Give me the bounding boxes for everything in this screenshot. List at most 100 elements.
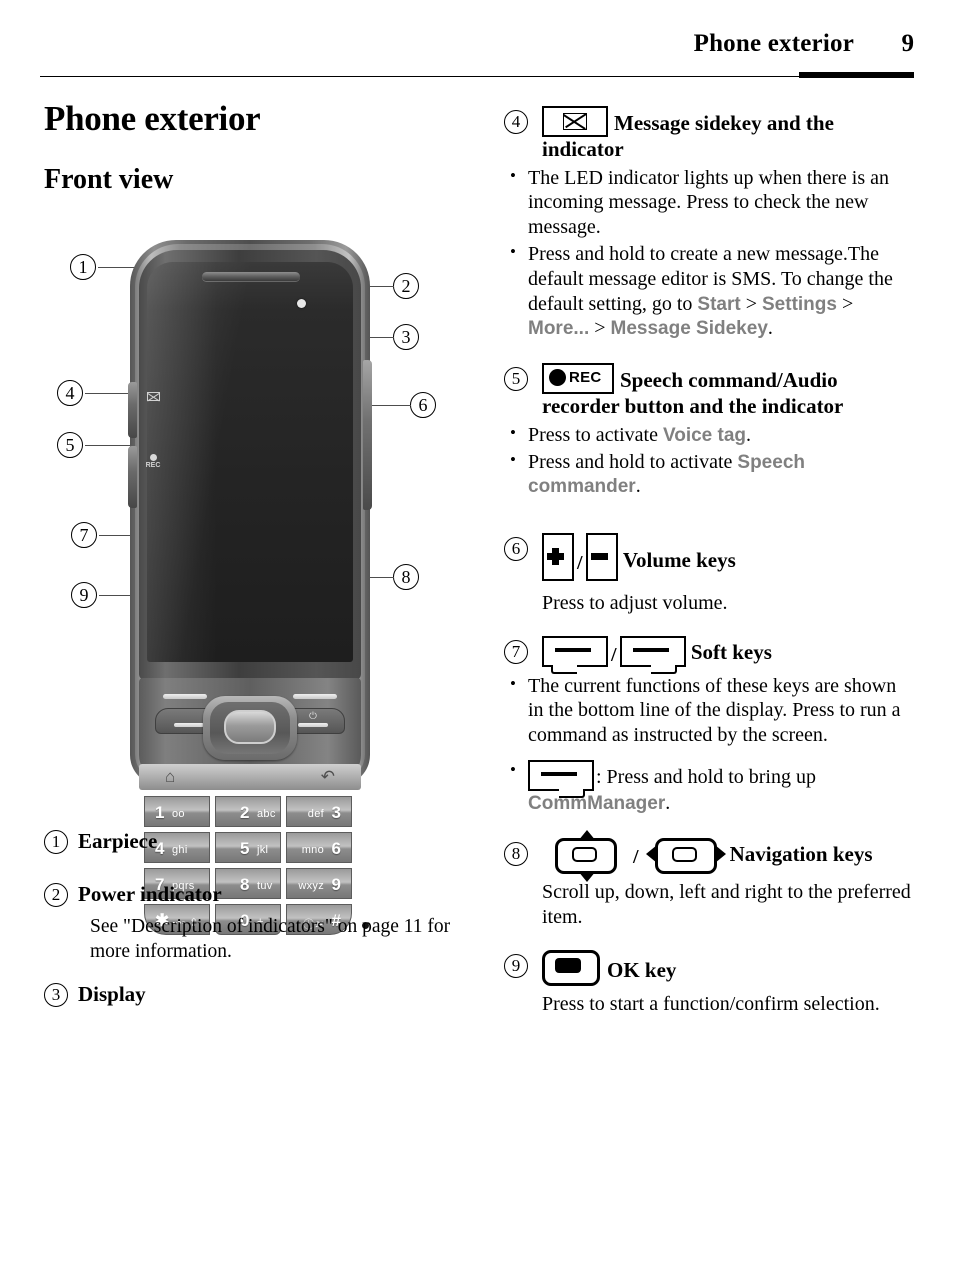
legend-item-8: 8 / Navigation keys Scroll up, down, left… bbox=[504, 829, 916, 930]
back-icon[interactable]: ↶ bbox=[321, 767, 335, 787]
legend-item-9: 9 OK key Press to start a function/confi… bbox=[504, 949, 916, 1017]
earpiece bbox=[202, 272, 300, 281]
record-rec-icon: REC bbox=[542, 363, 614, 395]
section-title: Front view bbox=[44, 163, 174, 195]
legend-item-2: 2 Power indicator bbox=[44, 881, 474, 908]
left-soft-key-icon bbox=[542, 636, 608, 675]
figure-callout-6: 6 bbox=[410, 392, 436, 418]
figure-callout-4: 4 bbox=[57, 380, 83, 406]
legend-item-5: 5 REC Speech command/Audio recorder butto… bbox=[504, 363, 916, 499]
header-title: Phone exterior bbox=[693, 30, 854, 57]
legend-heading: OK key bbox=[542, 949, 916, 986]
slash-separator: / bbox=[577, 552, 583, 575]
list-item: The current functions of these keys are … bbox=[504, 673, 916, 748]
home-icon[interactable]: ⌂ bbox=[165, 767, 175, 787]
list-item: Press and hold to activate Speech comman… bbox=[504, 449, 916, 500]
legend-item-1: 1 Earpiece bbox=[44, 828, 474, 855]
ui-term-commmanager: CommManager bbox=[528, 792, 666, 814]
legend-heading-text: Soft keys bbox=[690, 640, 772, 665]
legend-number: 8 bbox=[504, 841, 528, 866]
home-back-strip: ⌂ ↶ bbox=[139, 764, 361, 790]
legend-label: Display bbox=[78, 981, 146, 1006]
legend-number: 2 bbox=[44, 883, 68, 908]
legend-heading-text: Volume keys bbox=[622, 548, 736, 573]
header-rule bbox=[40, 76, 914, 77]
message-sidekey-button[interactable] bbox=[128, 382, 137, 438]
message-envelope-icon bbox=[144, 392, 162, 401]
legend-item-6: 6 / Volume keys Press to adjust volume. bbox=[504, 533, 916, 616]
legend-heading: REC Speech command/Audio recorder button … bbox=[542, 363, 916, 420]
ok-key-icon bbox=[542, 949, 600, 986]
record-rec-icon: REC bbox=[144, 454, 162, 469]
ui-term-voice-tag: Voice tag bbox=[662, 424, 747, 446]
legend-body: Press to start a function/confirm select… bbox=[542, 992, 880, 1015]
list-item: : Press and hold to bring up CommManager… bbox=[504, 759, 916, 816]
nav-leftright-wrap bbox=[642, 837, 730, 874]
legend-number: 1 bbox=[44, 830, 68, 854]
figure-callout-7: 7 bbox=[71, 522, 97, 548]
legend-bullets: The LED indicator lights up when there i… bbox=[504, 165, 916, 342]
volume-down-icon bbox=[585, 533, 618, 582]
figure-callout-5: 5 bbox=[57, 432, 83, 458]
legend-number: 3 bbox=[44, 982, 68, 1007]
right-soft-key-icon bbox=[528, 759, 594, 798]
list-item: Press and hold to create a new message.T… bbox=[504, 241, 916, 341]
legend-heading: Message sidekey and the indicator bbox=[542, 106, 916, 163]
ui-term-more: More... bbox=[528, 318, 590, 340]
legend-number: 7 bbox=[504, 640, 528, 665]
legend-number: 9 bbox=[504, 953, 528, 978]
volume-up-icon bbox=[542, 533, 574, 582]
legend-number: 6 bbox=[504, 537, 528, 562]
figure-callout-3: 3 bbox=[393, 324, 419, 350]
right-legend-list: 4 Message sidekey and the indicator The … bbox=[504, 106, 916, 1023]
message-envelope-icon bbox=[542, 106, 608, 137]
list-item: The LED indicator lights up when there i… bbox=[504, 165, 916, 240]
legend-heading-text: Navigation keys bbox=[729, 841, 873, 866]
right-soft-key-icon bbox=[619, 636, 686, 675]
nav-updown-wrap bbox=[542, 829, 630, 882]
legend-item-4: 4 Message sidekey and the indicator The … bbox=[504, 106, 916, 341]
figure-callout-2: 2 bbox=[393, 273, 419, 299]
list-item: Press to activate Voice tag. bbox=[504, 422, 916, 448]
legend-body: Scroll up, down, left and right to the p… bbox=[542, 880, 911, 928]
volume-keys-button[interactable] bbox=[363, 360, 372, 510]
slash-separator: / bbox=[611, 644, 617, 667]
page-title: Phone exterior bbox=[44, 99, 261, 138]
navigation-pad[interactable] bbox=[203, 696, 297, 760]
legend-number: 4 bbox=[504, 110, 528, 134]
legend-heading: / Soft keys bbox=[542, 636, 916, 675]
left-legend-list: 1 Earpiece 2 Power indicator See "Descri… bbox=[44, 828, 474, 1012]
left-column: Phone exterior Front view bbox=[44, 99, 464, 195]
record-sidekey-button[interactable] bbox=[128, 446, 137, 508]
ok-key[interactable] bbox=[224, 710, 276, 744]
legend-note: See "Description of indicators" on page … bbox=[90, 915, 451, 962]
right-soft-key[interactable] bbox=[293, 694, 337, 699]
keypad-row: 1 oo 2 abc 3 def bbox=[144, 796, 356, 829]
rec-label: REC bbox=[569, 369, 602, 387]
legend-label: Earpiece bbox=[78, 829, 158, 853]
key-1[interactable]: 1 oo bbox=[144, 796, 210, 827]
legend-bullets: Press to activate Voice tag. Press and h… bbox=[504, 422, 916, 500]
page-header: Phone exterior 9 bbox=[40, 30, 914, 88]
legend-heading: / Navigation keys bbox=[542, 829, 916, 882]
figure-callout-8: 8 bbox=[393, 564, 419, 590]
slash-separator: / bbox=[633, 845, 639, 868]
power-indicator-led bbox=[297, 299, 306, 308]
ui-term-speech-commander: Speech commander bbox=[528, 451, 805, 498]
legend-body: Press to adjust volume. bbox=[542, 592, 728, 615]
key-3[interactable]: 3 def bbox=[286, 796, 352, 827]
document-page: Phone exterior 9 Phone exterior Front vi… bbox=[0, 0, 954, 1271]
phone-illustration: REC ⏻ ⌂ ↶ 1 oo 2 abc 3 def 4 ghi 5 jkl 6… bbox=[128, 240, 372, 935]
legend-label: Power indicator bbox=[78, 882, 222, 907]
rec-label: REC bbox=[145, 462, 161, 469]
left-soft-key[interactable] bbox=[163, 694, 207, 699]
legend-heading: / Volume keys bbox=[542, 533, 916, 582]
ui-term-settings: Settings bbox=[762, 293, 837, 315]
header-rule-thick bbox=[799, 72, 914, 78]
legend-number: 5 bbox=[504, 367, 528, 392]
navigation-left-right-icon bbox=[645, 837, 726, 874]
phone-front-view-figure: 1 4 5 7 9 2 3 6 8 REC ⏻ ⌂ ↶ 1 oo 2 abc 3… bbox=[57, 232, 460, 935]
key-2[interactable]: 2 abc bbox=[215, 796, 281, 827]
figure-callout-1: 1 bbox=[70, 254, 96, 280]
header-page-number: 9 bbox=[901, 30, 915, 57]
